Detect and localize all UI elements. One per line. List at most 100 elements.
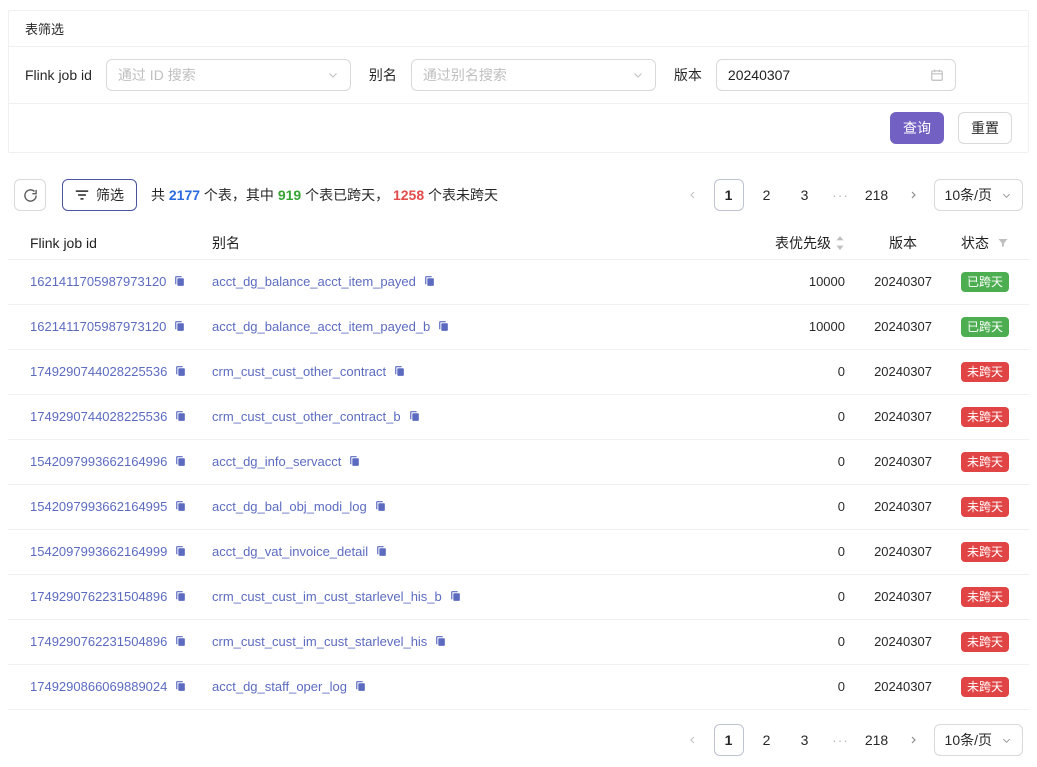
alias-select[interactable]: 通过别名搜索 [411, 59, 656, 91]
chevron-down-icon [327, 69, 339, 81]
page-ellipsis[interactable]: ··· [828, 732, 854, 748]
copy-icon[interactable] [374, 500, 387, 513]
alias-link[interactable]: crm_cust_cust_other_contract_b [212, 409, 401, 424]
copy-icon[interactable] [423, 275, 436, 288]
prev-page-button[interactable] [680, 179, 706, 211]
status-cell: 已跨天 [953, 260, 1029, 305]
job-id-link[interactable]: 1749290762231504896 [30, 634, 167, 649]
status-cell: 已跨天 [953, 305, 1029, 350]
col-header-status[interactable]: 状态 [953, 227, 1029, 260]
alias-link[interactable]: acct_dg_staff_oper_log [212, 679, 347, 694]
alias-link[interactable]: acct_dg_balance_acct_item_payed [212, 274, 416, 289]
copy-icon[interactable] [348, 455, 361, 468]
search-button[interactable]: 查询 [890, 112, 944, 144]
job-id-select[interactable]: 通过 ID 搜索 [106, 59, 351, 91]
alias-cell: crm_cust_cust_other_contract [204, 350, 743, 395]
alias-cell: acct_dg_balance_acct_item_payed [204, 260, 743, 305]
version-cell: 20240307 [853, 620, 953, 665]
job-id-link[interactable]: 1542097993662164996 [30, 454, 167, 469]
copy-icon[interactable] [437, 320, 450, 333]
page-button-1[interactable]: 1 [714, 179, 744, 211]
job-id-link[interactable]: 1621411705987973120 [30, 274, 166, 289]
page: 表筛选 Flink job id 通过 ID 搜索 别名 通过别名搜索 [0, 10, 1037, 756]
job-id-link[interactable]: 1749290866069889024 [30, 679, 167, 694]
sort-icon[interactable] [835, 236, 845, 250]
alias-cell: acct_dg_vat_invoice_detail [204, 530, 743, 575]
status-cell: 未跨天 [953, 620, 1029, 665]
alias-link[interactable]: acct_dg_info_servacct [212, 454, 341, 469]
alias-link[interactable]: crm_cust_cust_im_cust_starlevel_his [212, 634, 427, 649]
col-header-priority-label: 表优先级 [775, 233, 831, 253]
page-size-select[interactable]: 10条/页 [934, 724, 1023, 756]
copy-icon[interactable] [354, 680, 367, 693]
alias-label: 别名 [369, 65, 397, 85]
table-row: 1542097993662164999 acct_dg_vat_invoice_d… [8, 530, 1029, 575]
next-page-button[interactable] [900, 179, 926, 211]
copy-icon[interactable] [173, 275, 186, 288]
copy-icon[interactable] [393, 365, 406, 378]
summary-mid2: 个表已跨天， [301, 187, 393, 203]
version-cell: 20240307 [853, 395, 953, 440]
copy-icon[interactable] [173, 320, 186, 333]
copy-icon[interactable] [449, 590, 462, 603]
version-date-input[interactable]: 20240307 [716, 59, 956, 91]
col-header-job-id: Flink job id [8, 227, 204, 260]
copy-icon[interactable] [375, 545, 388, 558]
job-id-field: Flink job id 通过 ID 搜索 [25, 59, 351, 91]
copy-icon[interactable] [174, 455, 187, 468]
job-id-cell: 1749290762231504896 [8, 620, 204, 665]
next-page-button[interactable] [900, 724, 926, 756]
page-size-select[interactable]: 10条/页 [934, 179, 1023, 211]
priority-cell: 10000 [743, 305, 853, 350]
alias-link[interactable]: crm_cust_cust_other_contract [212, 364, 386, 379]
page-button-3[interactable]: 3 [790, 179, 820, 211]
job-id-link[interactable]: 1621411705987973120 [30, 319, 166, 334]
page-button-218[interactable]: 218 [862, 724, 892, 756]
page-ellipsis[interactable]: ··· [828, 187, 854, 203]
page-button-218[interactable]: 218 [862, 179, 892, 211]
job-id-cell: 1621411705987973120 [8, 260, 204, 305]
status-badge: 未跨天 [961, 677, 1009, 697]
summary-suffix: 个表未跨天 [424, 187, 498, 203]
job-id-link[interactable]: 1542097993662164999 [30, 544, 167, 559]
alias-link[interactable]: crm_cust_cust_im_cust_starlevel_his_b [212, 589, 442, 604]
copy-icon[interactable] [174, 365, 187, 378]
col-header-priority[interactable]: 表优先级 [743, 227, 853, 260]
filter-button[interactable]: 筛选 [62, 179, 137, 211]
priority-cell: 0 [743, 530, 853, 575]
page-button-1[interactable]: 1 [714, 724, 744, 756]
job-id-link[interactable]: 1749290744028225536 [30, 409, 167, 424]
copy-icon[interactable] [174, 680, 187, 693]
copy-icon[interactable] [174, 410, 187, 423]
job-id-link[interactable]: 1749290762231504896 [30, 589, 167, 604]
prev-page-button[interactable] [680, 724, 706, 756]
priority-cell: 10000 [743, 260, 853, 305]
page-button-3[interactable]: 3 [790, 724, 820, 756]
alias-link[interactable]: acct_dg_vat_invoice_detail [212, 544, 368, 559]
job-id-link[interactable]: 1749290744028225536 [30, 364, 167, 379]
job-id-link[interactable]: 1542097993662164995 [30, 499, 167, 514]
copy-icon[interactable] [434, 635, 447, 648]
job-id-cell: 1749290866069889024 [8, 665, 204, 710]
table-row: 1749290744028225536 crm_cust_cust_other_c… [8, 395, 1029, 440]
copy-icon[interactable] [174, 590, 187, 603]
copy-icon[interactable] [174, 635, 187, 648]
refresh-button[interactable] [14, 179, 46, 211]
alias-link[interactable]: acct_dg_bal_obj_modi_log [212, 499, 367, 514]
filter-funnel-icon[interactable] [997, 237, 1009, 249]
job-id-label: Flink job id [25, 67, 92, 83]
reset-button[interactable]: 重置 [958, 112, 1012, 144]
pagination-bottom: 123 ··· 218 10条/页 [680, 724, 1023, 756]
alias-link[interactable]: acct_dg_balance_acct_item_payed_b [212, 319, 430, 334]
version-value: 20240307 [728, 67, 790, 83]
filter-lines-icon [75, 189, 89, 201]
copy-icon[interactable] [408, 410, 421, 423]
job-id-cell: 1749290762231504896 [8, 575, 204, 620]
page-button-2[interactable]: 2 [752, 724, 782, 756]
job-id-cell: 1749290744028225536 [8, 395, 204, 440]
copy-icon[interactable] [174, 545, 187, 558]
version-cell: 20240307 [853, 440, 953, 485]
page-button-2[interactable]: 2 [752, 179, 782, 211]
filter-fields-row: Flink job id 通过 ID 搜索 别名 通过别名搜索 [9, 47, 1028, 104]
copy-icon[interactable] [174, 500, 187, 513]
